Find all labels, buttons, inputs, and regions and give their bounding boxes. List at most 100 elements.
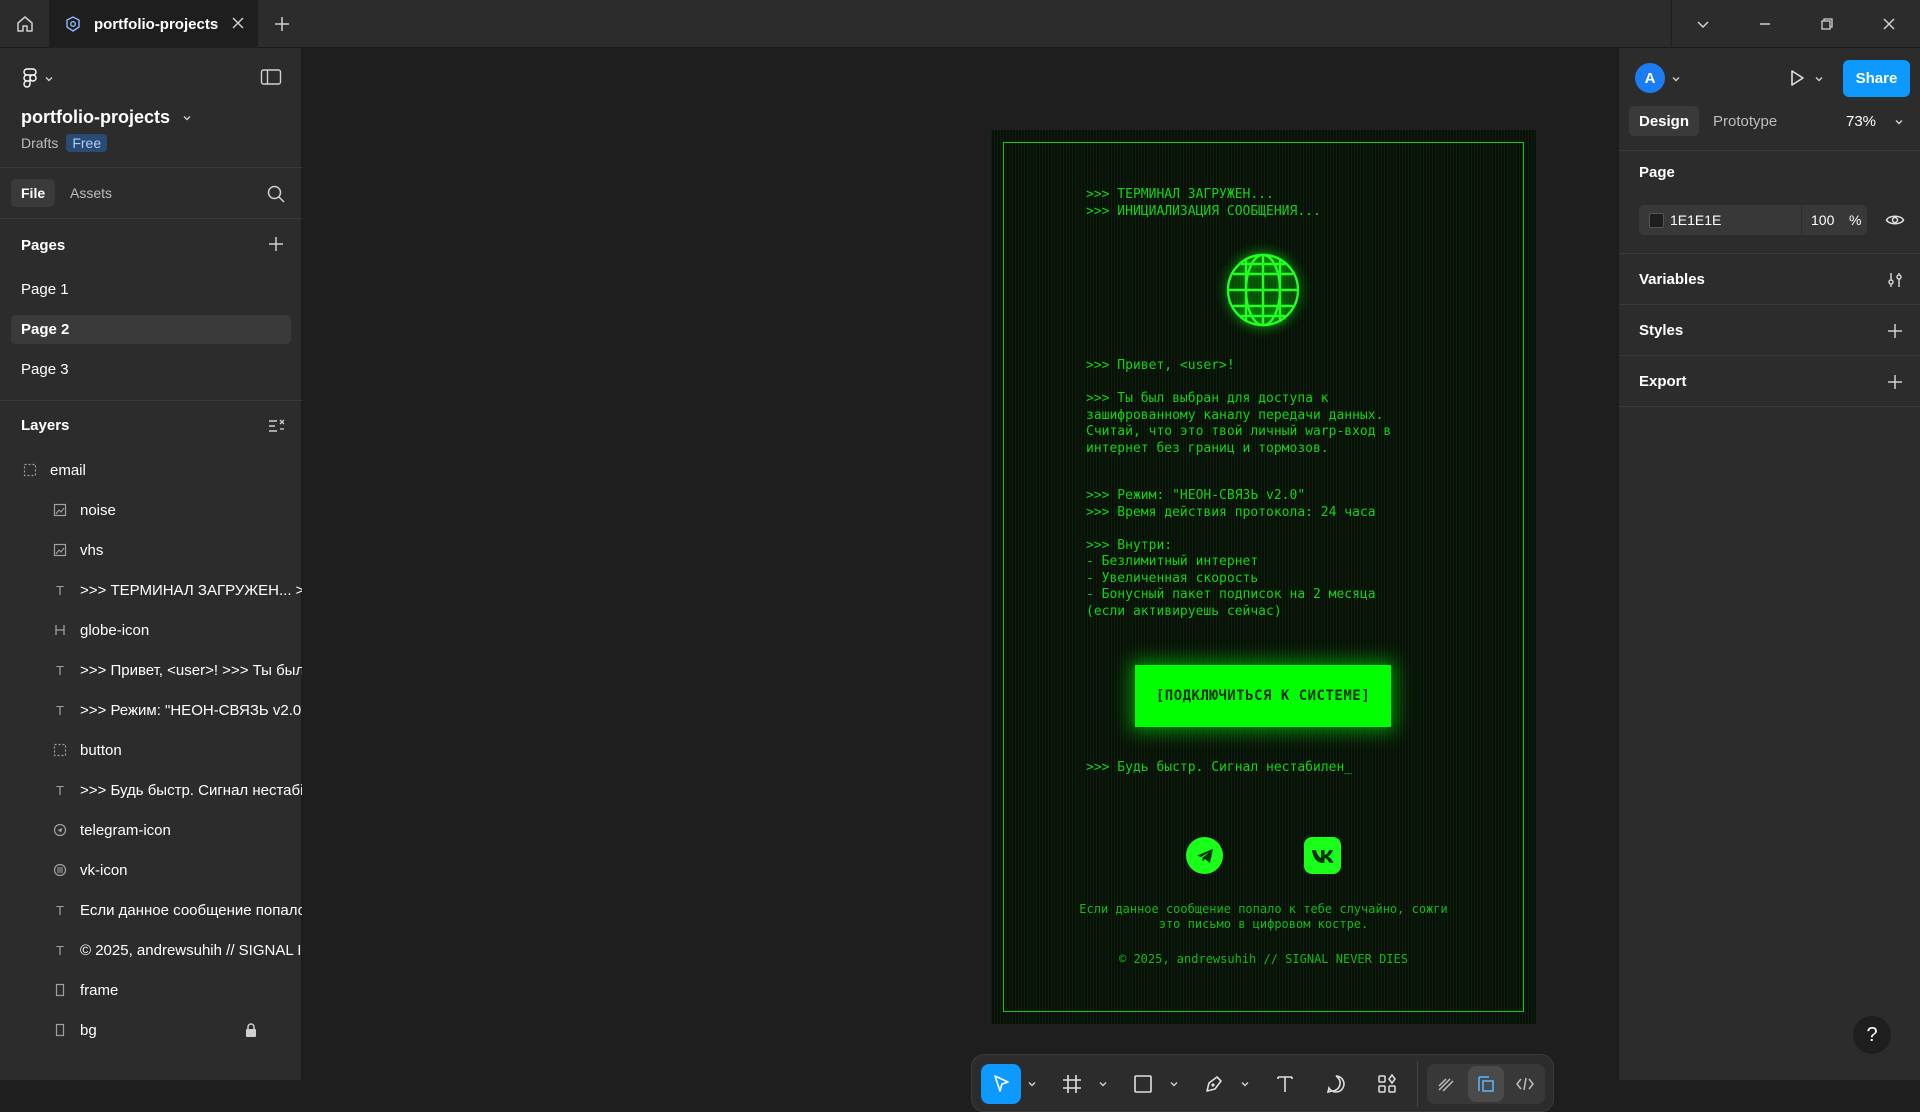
connect-button[interactable]: [ПОДКЛЮЧИТЬСЯ К СИСТЕМЕ] [1135, 665, 1391, 727]
draw-icon [1438, 1078, 1454, 1092]
layer-row[interactable]: telegram-icon [0, 810, 302, 850]
tab-prototype[interactable]: Prototype [1703, 106, 1787, 136]
restore-button[interactable] [1796, 0, 1858, 48]
right-panel: A Share Design Prototype 73% Page 1E1E1E… [1618, 48, 1920, 1080]
share-button[interactable]: Share [1843, 60, 1910, 97]
layer-row[interactable]: T >>> Будь быстр. Сигнал нестабі [0, 770, 302, 810]
add-export-icon[interactable] [1885, 372, 1905, 392]
minimize-button[interactable] [1734, 0, 1796, 48]
chevron-down-icon [1895, 119, 1903, 124]
tab-assets[interactable]: Assets [60, 179, 122, 207]
cursor-icon [994, 1075, 1009, 1092]
eye-icon[interactable] [1885, 210, 1905, 230]
chevron-down-icon[interactable] [1671, 74, 1681, 84]
text-icon: T [56, 942, 64, 958]
avatar[interactable]: A [1635, 63, 1665, 93]
draw-mode-button[interactable] [1429, 1066, 1463, 1102]
chevron-down-icon[interactable] [1027, 1079, 1037, 1089]
toolbar-divider [1417, 1061, 1418, 1107]
divider [1801, 205, 1802, 235]
present-icon[interactable] [1787, 68, 1807, 88]
zoom-dropdown[interactable]: 73% [1846, 113, 1904, 130]
comment-tool-button[interactable] [1316, 1064, 1356, 1104]
mode-switcher [1427, 1064, 1545, 1104]
tabs-dropdown-button[interactable] [1672, 0, 1734, 48]
layer-row[interactable]: noise [0, 490, 302, 530]
design-mode-button[interactable] [1468, 1066, 1504, 1102]
actions-tool-button[interactable] [1367, 1064, 1407, 1104]
layer-row[interactable]: bg [0, 1010, 302, 1050]
file-header: portfolio-projects Drafts Free [0, 48, 302, 168]
main-menu-button[interactable] [22, 68, 54, 90]
opacity-value[interactable]: 100 [1811, 212, 1834, 228]
home-button[interactable] [0, 0, 50, 48]
text-icon: T [56, 662, 64, 678]
page-item[interactable]: Page 2 [11, 315, 291, 344]
new-tab-icon[interactable] [272, 14, 292, 34]
dev-mode-button[interactable] [1508, 1066, 1542, 1102]
add-page-icon[interactable] [266, 234, 286, 254]
chevron-down-icon[interactable] [1240, 1079, 1250, 1089]
page-item[interactable]: Page 3 [11, 355, 291, 384]
add-style-icon[interactable] [1885, 321, 1905, 341]
collapse-layers-icon[interactable] [266, 416, 286, 436]
layer-row[interactable]: globe-icon [0, 610, 302, 650]
lock-icon[interactable] [244, 1022, 258, 1038]
close-window-button[interactable] [1858, 0, 1920, 48]
file-tab-label: portfolio-projects [94, 15, 219, 33]
chevron-down-icon[interactable] [1098, 1079, 1108, 1089]
layer-row[interactable]: T >>> Привет, <user>! >>> Ты был [0, 650, 302, 690]
close-tab-icon[interactable] [230, 15, 246, 31]
page-item[interactable]: Page 1 [11, 275, 291, 304]
layer-row[interactable]: T >>> Режим: "НЕОН-СВЯЗЬ v2.0" [0, 690, 302, 730]
email-frame[interactable]: >>> ТЕРМИНАЛ ЗАГРУЖЕН... >>> ИНИЦИАЛИЗАЦ… [991, 130, 1536, 1024]
layer-row[interactable]: T Если данное сообщение попало [0, 890, 302, 930]
layer-label: >>> Будь быстр. Сигнал нестабі [80, 781, 302, 799]
page-color-field[interactable]: 1E1E1E 100 % [1639, 205, 1867, 235]
layer-row[interactable]: vhs [0, 530, 302, 570]
frame-tool-button[interactable] [1052, 1064, 1092, 1104]
vector-icon [52, 622, 68, 638]
layer-label: >>> Привет, <user>! >>> Ты был [80, 661, 302, 679]
chevron-down-icon[interactable] [1814, 74, 1824, 84]
layer-row[interactable]: frame [0, 970, 302, 1010]
vk-icon[interactable] [1304, 837, 1341, 874]
layer-row[interactable]: email [0, 450, 302, 490]
tab-design[interactable]: Design [1629, 106, 1700, 136]
file-tab[interactable]: portfolio-projects [50, 0, 258, 48]
tab-file[interactable]: File [11, 179, 56, 207]
rectangle-icon [52, 1022, 68, 1038]
layer-label: button [80, 741, 122, 759]
shape-tool-button[interactable] [1123, 1064, 1163, 1104]
location-label[interactable]: Drafts [21, 135, 58, 151]
help-button[interactable]: ? [1853, 1016, 1891, 1054]
search-icon[interactable] [266, 184, 286, 204]
plan-badge: Free [66, 134, 108, 152]
layer-row[interactable]: vk-icon [0, 850, 302, 890]
layer-label: globe-icon [80, 621, 150, 639]
pen-tool-button[interactable] [1194, 1064, 1234, 1104]
project-name-button[interactable]: portfolio-projects [21, 107, 192, 128]
layer-row[interactable]: button [0, 730, 302, 770]
move-tool-button[interactable] [981, 1064, 1021, 1104]
canvas[interactable]: >>> ТЕРМИНАЛ ЗАГРУЖЕН... >>> ИНИЦИАЛИЗАЦ… [303, 48, 1617, 1112]
telegram-icon[interactable] [1186, 837, 1223, 874]
layer-row[interactable]: T >>> ТЕРМИНАЛ ЗАГРУЖЕН... >> [0, 570, 302, 610]
chevron-down-icon [1697, 21, 1709, 29]
minimize-icon [1760, 23, 1770, 25]
sidebar-toggle-icon[interactable] [260, 68, 282, 86]
variables-settings-icon[interactable] [1885, 270, 1905, 290]
file-location: Drafts Free [21, 134, 108, 152]
layer-row[interactable]: T © 2025, andrewsuhih // SIGNAL I [0, 930, 302, 970]
color-hex-value[interactable]: 1E1E1E [1670, 212, 1721, 228]
mode-text: >>> Режим: "НЕОН-СВЯЗЬ v2.0" >>> Время д… [1086, 488, 1376, 619]
color-swatch[interactable] [1649, 213, 1664, 228]
chevron-down-icon [45, 77, 53, 82]
chevron-down-icon[interactable] [1169, 1079, 1179, 1089]
copyright-text: © 2025, andrewsuhih // SIGNAL NEVER DIES [1119, 952, 1408, 966]
globe-icon [1226, 253, 1300, 327]
left-panel: portfolio-projects Drafts Free File Asse… [0, 48, 302, 1080]
text-icon: T [56, 702, 64, 718]
text-tool-button[interactable] [1265, 1064, 1305, 1104]
layer-label: email [50, 461, 86, 479]
